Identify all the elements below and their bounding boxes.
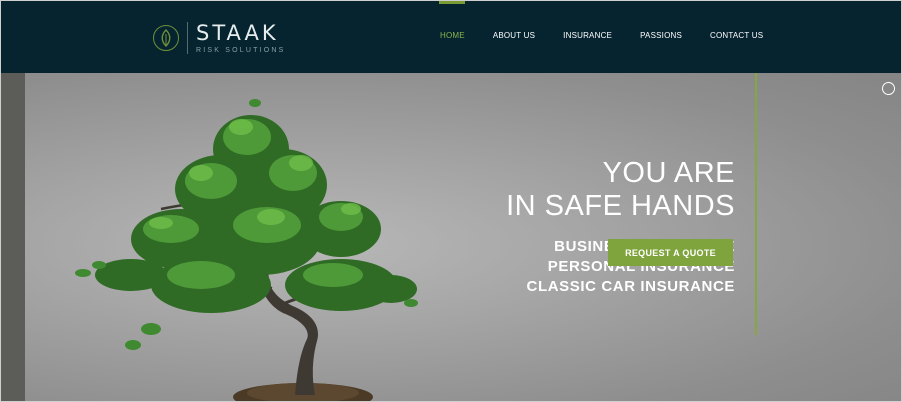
- hero-banner: YOU ARE IN SAFE HANDS BUSINESS INSURANCE…: [1, 73, 901, 401]
- active-nav-marker: [439, 1, 465, 4]
- leaf-icon: [153, 25, 179, 51]
- hero-title-line-2: IN SAFE HANDS: [506, 190, 735, 222]
- accent-divider: [755, 73, 757, 335]
- bonsai-tree-image: [75, 99, 418, 401]
- main-nav: HOME ABOUT US INSURANCE PASSIONS CONTACT…: [440, 31, 791, 40]
- logo-text: STAAK RISK SOLUTIONS: [196, 20, 286, 54]
- brand-tagline: RISK SOLUTIONS: [196, 46, 286, 54]
- service-item: CLASSIC CAR INSURANCE: [526, 278, 735, 295]
- circle-icon[interactable]: [882, 82, 895, 95]
- page: STAAK RISK SOLUTIONS HOME ABOUT US INSUR…: [0, 0, 902, 402]
- logo[interactable]: STAAK RISK SOLUTIONS: [153, 21, 286, 55]
- brand-name: STAAK: [196, 20, 279, 45]
- logo-divider: [187, 22, 188, 54]
- nav-insurance[interactable]: INSURANCE: [563, 31, 612, 40]
- slider-edge: [1, 73, 25, 401]
- nav-home[interactable]: HOME: [440, 31, 465, 40]
- site-header: STAAK RISK SOLUTIONS HOME ABOUT US INSUR…: [1, 1, 901, 73]
- nav-contact-us[interactable]: CONTACT US: [710, 31, 763, 40]
- hero-title-line-1: YOU ARE: [602, 157, 735, 189]
- request-quote-button[interactable]: REQUEST A QUOTE: [608, 239, 733, 266]
- hero-text: YOU ARE IN SAFE HANDS BUSINESS INSURANCE…: [395, 157, 735, 297]
- nav-about-us[interactable]: ABOUT US: [493, 31, 535, 40]
- nav-passions[interactable]: PASSIONS: [640, 31, 682, 40]
